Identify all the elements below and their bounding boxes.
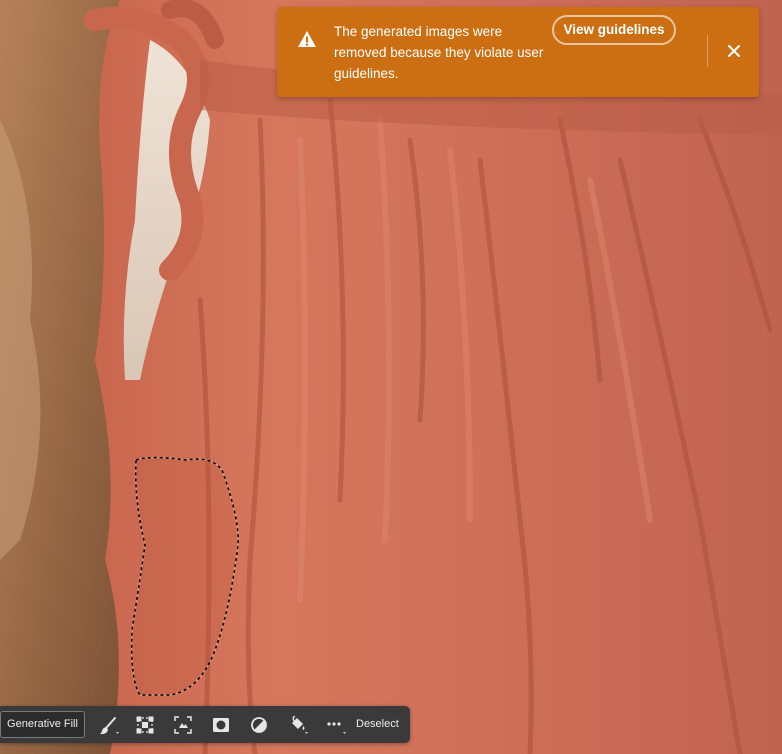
warning-toast: The generated images were removed becaus…	[277, 7, 759, 97]
toast-divider	[707, 35, 708, 67]
select-subject-icon[interactable]	[173, 715, 193, 735]
fill-bucket-icon[interactable]	[287, 715, 308, 735]
photo-content	[0, 0, 782, 754]
document-canvas[interactable]: The generated images were removed becaus…	[0, 0, 782, 754]
generative-fill-button[interactable]: Generative Fill	[0, 711, 85, 738]
warning-icon	[297, 29, 317, 49]
deselect-button[interactable]: Deselect	[356, 717, 399, 732]
toast-message: The generated images were removed becaus…	[334, 24, 544, 81]
transform-selection-icon[interactable]	[135, 715, 155, 735]
invert-selection-icon[interactable]	[249, 715, 269, 735]
mask-icon[interactable]	[211, 715, 231, 735]
close-icon[interactable]	[724, 41, 744, 61]
more-options-icon[interactable]	[325, 715, 346, 735]
brush-icon[interactable]	[98, 715, 119, 735]
contextual-task-bar: Generative Fill Deselect	[0, 706, 410, 743]
view-guidelines-button[interactable]: View guidelines	[552, 15, 676, 45]
